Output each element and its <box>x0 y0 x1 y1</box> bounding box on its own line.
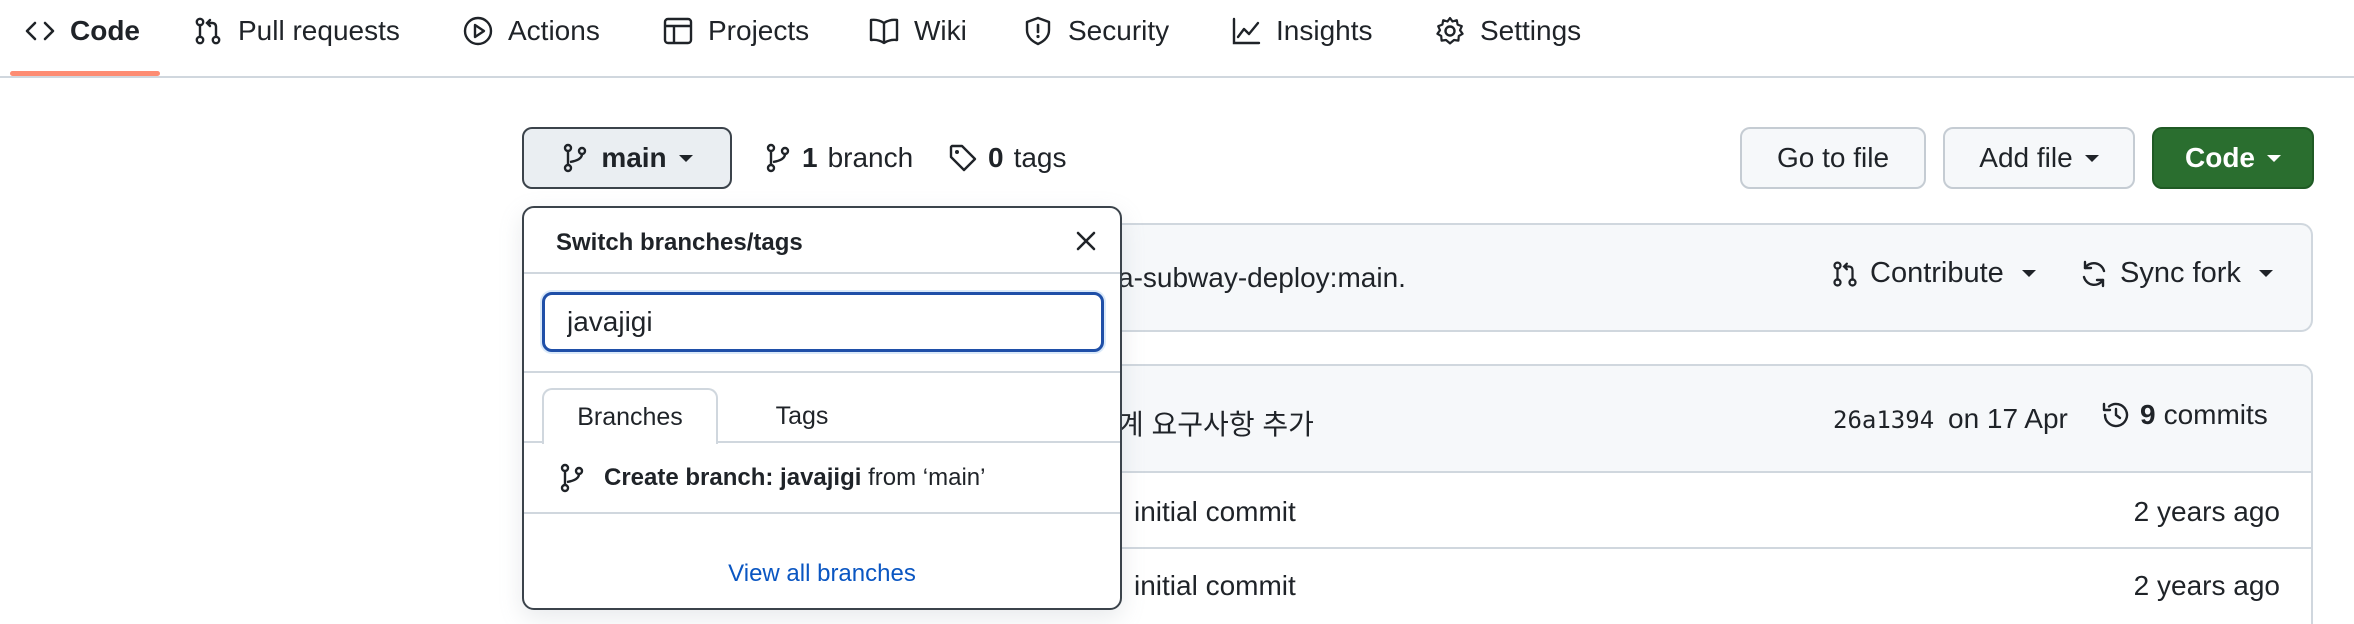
git-branch-icon <box>560 463 584 493</box>
git-branch-icon <box>766 143 790 173</box>
chevron-down-icon <box>2021 270 2036 277</box>
chevron-down-icon <box>2258 270 2273 277</box>
tab-projects[interactable]: Projects <box>662 0 809 62</box>
tab-settings[interactable]: Settings <box>1434 0 1581 62</box>
latest-commit-message[interactable]: 계 요구사항 추가 <box>1118 403 1314 443</box>
close-icon[interactable] <box>1074 229 1098 253</box>
branch-filter-input[interactable] <box>542 292 1104 352</box>
play-icon <box>463 16 493 46</box>
tab-label: Actions <box>508 15 600 46</box>
chevron-down-icon <box>678 154 693 162</box>
create-branch-name: Create branch: javajigi <box>604 464 862 491</box>
row-divider <box>1060 547 2311 549</box>
shield-icon <box>1025 16 1051 46</box>
tab-label: Projects <box>708 15 810 46</box>
selected-tab-underline <box>10 71 160 76</box>
commits-link[interactable]: 9 commits <box>2100 399 2268 431</box>
git-pull-request-icon <box>1833 260 1857 287</box>
graph-icon <box>1232 17 1261 45</box>
branch-select-button[interactable]: main <box>522 127 732 189</box>
chevron-down-icon <box>2084 154 2099 162</box>
view-all-branches-link[interactable]: View all branches <box>524 560 1120 588</box>
code-icon <box>25 21 55 41</box>
create-branch-item[interactable]: Create branch: javajigi from ‘main’ <box>524 444 1120 514</box>
book-icon <box>869 18 899 45</box>
git-branch-icon <box>564 143 587 173</box>
tab-wiki[interactable]: Wiki <box>868 0 967 62</box>
tab-branches[interactable]: Branches <box>542 388 718 444</box>
tab-pull-requests[interactable]: Pull requests <box>192 0 400 62</box>
tab-actions[interactable]: Actions <box>462 0 600 62</box>
repo-nav: Code Pull requests Actions Projects Wiki… <box>0 0 2354 78</box>
code-button-label: Code <box>2185 142 2255 173</box>
tab-label: Security <box>1068 15 1170 46</box>
tab-code[interactable]: Code <box>24 0 140 62</box>
divider <box>524 371 1120 373</box>
dropdown-title: Switch branches/tags <box>556 229 803 256</box>
gear-icon <box>1436 16 1464 45</box>
tab-tags[interactable]: Tags <box>752 388 852 444</box>
tags-link[interactable]: 0 tags <box>948 137 1067 179</box>
file-row-age: 2 years ago <box>2133 570 2280 601</box>
dropdown-header: Switch branches/tags <box>524 208 1120 274</box>
file-row-commit-message[interactable]: initial commit <box>1134 496 1296 528</box>
chevron-down-icon <box>2267 154 2281 162</box>
create-branch-source: from ‘main’ <box>868 464 986 491</box>
tag-count: 0 <box>988 142 1004 173</box>
sync-fork-button[interactable]: Sync fork <box>2078 257 2273 290</box>
git-pull-request-icon <box>195 17 221 45</box>
file-row-commit-message[interactable]: initial commit <box>1134 570 1296 602</box>
commit-count: 9 <box>2140 399 2156 430</box>
branch-word: branch <box>827 142 914 173</box>
tab-label: Wiki <box>914 15 967 46</box>
tag-icon <box>949 144 977 172</box>
latest-commit-sha[interactable]: 26a1394 <box>1833 406 1934 434</box>
tab-label: Code <box>70 15 140 46</box>
add-file-button[interactable]: Add file <box>1943 127 2135 189</box>
tag-word: tags <box>1013 142 1067 173</box>
branch-switch-dropdown: Switch branches/tags Branches Tags Creat… <box>522 206 1122 610</box>
contribute-button[interactable]: Contribute <box>1830 257 2036 290</box>
history-icon <box>2102 402 2129 428</box>
sync-icon <box>2082 260 2106 287</box>
latest-commit-date: on 17 Apr <box>1948 403 2068 434</box>
tab-label: Settings <box>1480 15 1582 46</box>
tab-label: Insights <box>1276 15 1373 46</box>
tab-label: Pull requests <box>238 15 400 46</box>
branches-link[interactable]: 1 branch <box>764 137 913 179</box>
go-to-file-label: Go to file <box>1776 142 1890 173</box>
go-to-file-button[interactable]: Go to file <box>1740 127 1926 189</box>
code-button[interactable]: Code <box>2152 127 2314 189</box>
branch-name: main <box>601 142 667 173</box>
tab-insights[interactable]: Insights <box>1230 0 1373 62</box>
fork-status-text: a-subway-deploy:main. <box>1118 262 1406 293</box>
file-row-age: 2 years ago <box>2133 496 2280 527</box>
contribute-label: Contribute <box>1870 257 2004 289</box>
table-icon <box>663 17 693 45</box>
add-file-label: Add file <box>1979 142 2073 173</box>
tab-security[interactable]: Security <box>1022 0 1169 62</box>
sync-fork-label: Sync fork <box>2120 257 2241 289</box>
commit-word: commits <box>2163 399 2268 430</box>
branch-count: 1 <box>802 142 818 173</box>
